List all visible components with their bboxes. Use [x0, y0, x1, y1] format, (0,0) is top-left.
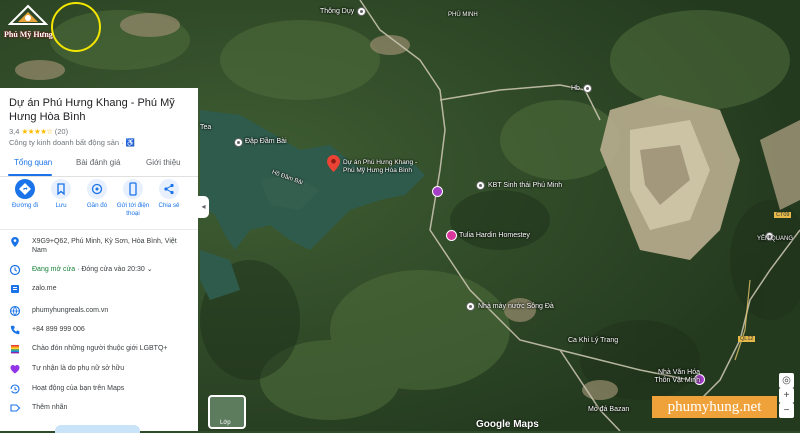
add-label-text: Thêm nhãn	[32, 404, 68, 411]
menu-icon	[11, 285, 19, 293]
map-label-ca-khi: Ca Khi Lý Trang	[568, 337, 619, 344]
nearby-label: Gần đó	[86, 202, 108, 209]
heart-icon	[10, 365, 20, 374]
directions-icon	[19, 183, 31, 195]
map-label-yen-quang: YÊN QUANG	[757, 236, 794, 242]
globe-icon	[9, 305, 21, 317]
place-category[interactable]: Công ty kinh doanh bất động sản · ♿	[9, 138, 135, 147]
chevron-left-icon: ◂	[201, 202, 206, 211]
save-button[interactable]: Lưu	[42, 179, 80, 210]
phone-text: +84 899 999 006	[32, 326, 85, 333]
minus-icon: −	[783, 405, 790, 416]
road-badge-ql12: QL12	[738, 336, 756, 342]
hours-text: Đang mở cửa · Đóng cửa vào 20:30 ⌄	[32, 265, 192, 274]
map-label-kbt-sinh-thai: KBT Sinh thái Phú Minh	[488, 182, 563, 189]
share-button[interactable]: Chia sẻ	[150, 179, 188, 210]
action-buttons: Đường đi Lưu Gần đó Gửi tới điện thoại C…	[0, 179, 198, 225]
place-panel: Dự án Phú Hưng Khang - Phú Mỹ Hưng Hòa B…	[0, 88, 198, 431]
kbt-pin-icon[interactable]	[432, 186, 443, 197]
send-to-phone-button[interactable]: Gửi tới điện thoại	[114, 179, 152, 218]
tulia-pin-icon[interactable]	[446, 230, 457, 241]
rating-stars-icon: ★★★★☆	[21, 127, 54, 136]
highlight-circle	[51, 2, 101, 52]
activity-text: Hoạt động của bạn trên Maps	[32, 385, 125, 392]
layers-label: Lớp	[220, 420, 231, 426]
menu-link-text: zalo.me	[32, 285, 57, 292]
hours-status: Đang mở cửa	[32, 266, 76, 273]
kbt-sinh-thai-pin-icon[interactable]	[476, 181, 485, 190]
review-count[interactable]: (20)	[55, 127, 68, 136]
directions-button[interactable]: Đường đi	[6, 179, 44, 210]
project-location-pin-icon[interactable]	[327, 155, 340, 172]
nearby-icon	[91, 183, 103, 195]
logo-text: Phú Mỹ Hưng	[4, 30, 53, 39]
logo-emblem-icon	[8, 4, 48, 25]
address-text: X9G9+Q62, Phú Minh, Kỳ Sơn, Hòa Bình, Vi…	[32, 238, 177, 254]
rainbow-flag-icon	[11, 345, 19, 354]
collapse-panel-button[interactable]: ◂	[198, 196, 209, 218]
crosshair-icon: ◎	[782, 375, 791, 386]
thong-duy-pin-icon[interactable]	[357, 7, 366, 16]
directions-label: Đường đi	[11, 202, 39, 209]
place-rating[interactable]: 3,4 ★★★★☆ (20)	[9, 127, 68, 136]
map-label-project: Dự án Phú Hưng Khang - Phú Mỹ Hưng Hòa B…	[343, 159, 418, 174]
map-label-nha-van-hoa: Nhà Văn Hóa Thôn Vật Minh	[654, 369, 700, 384]
label-icon	[10, 404, 21, 412]
dap-dam-bai-pin-icon[interactable]	[234, 138, 243, 147]
women-owned-text: Tự nhận là do phụ nữ sở hữu	[32, 365, 125, 372]
google-maps-logo: Google Maps	[476, 419, 539, 430]
divider	[0, 229, 198, 230]
hours-detail: · Đóng cửa vào 20:30	[75, 266, 145, 273]
call-icon	[10, 325, 20, 335]
tab-overview[interactable]: Tổng quan	[14, 158, 52, 167]
map-label-mo-da: Mỏ đá Bazan	[588, 406, 630, 413]
send-to-phone-label: Gửi tới điện thoại	[116, 202, 150, 217]
map-label-tulia: Tulia Hardin Homestey	[459, 232, 530, 239]
nearby-button[interactable]: Gần đó	[78, 179, 116, 210]
active-tab-indicator	[8, 174, 52, 176]
place-title: Dự án Phú Hưng Khang - Phú Mỹ Hưng Hòa B…	[9, 97, 175, 123]
share-label: Chia sẻ	[158, 202, 180, 209]
phu-my-hung-logo: Phú Mỹ Hưng	[2, 4, 54, 46]
map-label-dap-dam-bai: Đập Đầm Bài	[245, 138, 287, 145]
plus-icon: +	[783, 390, 790, 401]
chevron-down-icon[interactable]: ⌄	[147, 266, 153, 273]
hb-pin-icon[interactable]	[583, 84, 592, 93]
website-text: phumyhungreals.com.vn	[32, 307, 109, 314]
my-location-button[interactable]: ◎	[779, 373, 794, 388]
tab-about[interactable]: Giới thiệu	[146, 158, 181, 167]
save-label: Lưu	[55, 202, 67, 209]
watermark: phumyhung.net	[652, 396, 777, 418]
map-label-hb: Hb	[571, 85, 580, 92]
zoom-in-button[interactable]: +	[779, 388, 794, 403]
bookmark-icon	[57, 183, 65, 196]
share-icon	[164, 183, 174, 195]
tab-reviews[interactable]: Bài đánh giá	[76, 158, 120, 167]
map-label-phu-minh: PHÚ MINH	[448, 12, 478, 18]
clock-icon	[9, 264, 21, 276]
history-icon	[10, 384, 20, 394]
map-label-thong-duy: Thông Dụy	[320, 8, 355, 15]
phone-icon	[129, 182, 137, 196]
zoom-out-button[interactable]: −	[779, 403, 794, 418]
map-label-nha-may-nuoc: Nhà máy nước Sông Đà	[478, 303, 554, 310]
lgbtq-text: Chào đón những người thuộc giới LGBTQ+	[32, 345, 168, 352]
nha-may-nuoc-pin-icon[interactable]	[466, 302, 475, 311]
layers-button[interactable]: Lớp	[208, 395, 246, 429]
map-label-tea: Tea	[200, 124, 212, 131]
location-icon	[11, 237, 19, 247]
rating-value: 3,4	[9, 127, 20, 136]
road-badge-ct09: CT09	[774, 212, 792, 218]
bottom-chip[interactable]	[55, 425, 140, 433]
